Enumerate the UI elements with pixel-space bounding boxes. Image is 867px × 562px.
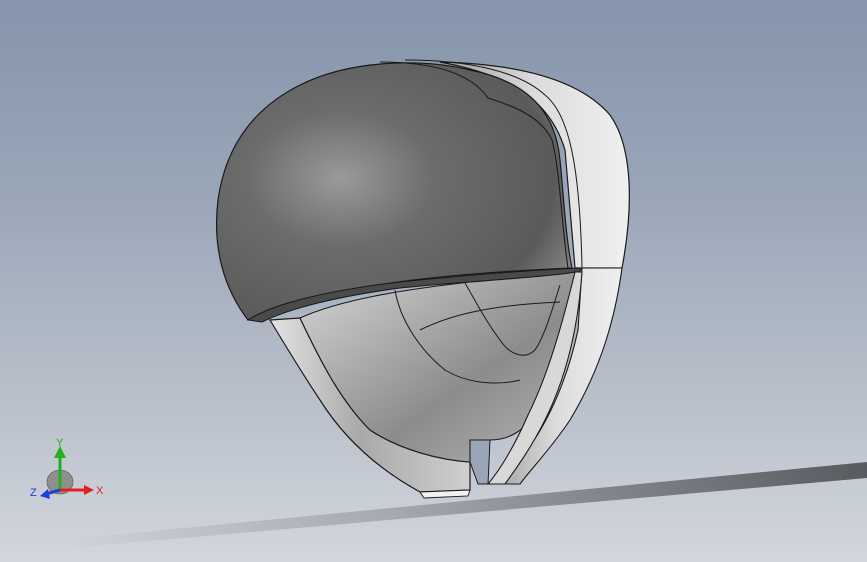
cad-viewport[interactable]: Y X Z (0, 0, 867, 562)
ear-slot (469, 439, 491, 485)
y-axis-label: Y (56, 438, 64, 449)
x-axis-label: X (96, 485, 104, 497)
coordinate-triad: Y X Z (30, 438, 104, 499)
z-axis-label: Z (30, 487, 37, 499)
model-canvas[interactable] (0, 0, 867, 562)
z-axis-arrowhead (40, 489, 50, 499)
x-axis-arrowhead (84, 485, 94, 495)
